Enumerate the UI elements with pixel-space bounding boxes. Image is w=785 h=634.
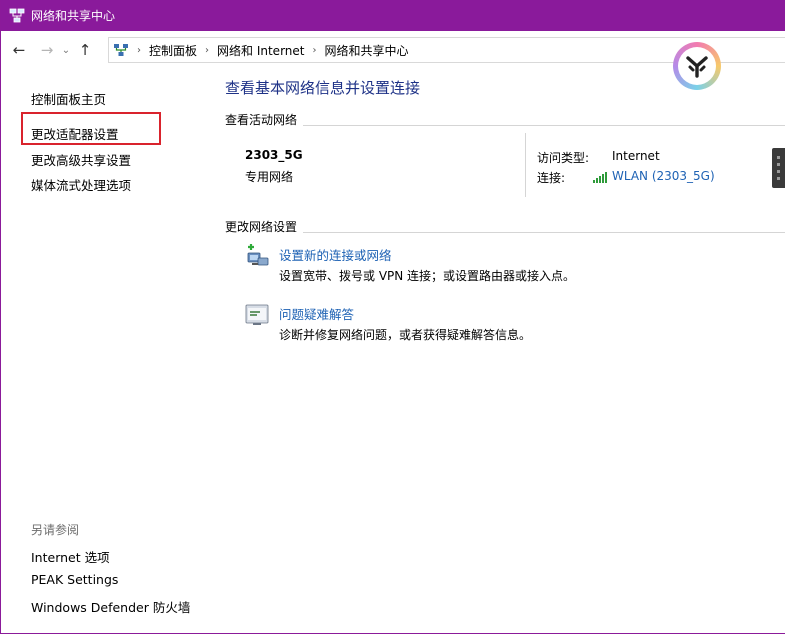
- connection-label: 连接:: [537, 171, 566, 185]
- troubleshoot-problems-link[interactable]: 问题疑难解答: [279, 304, 354, 323]
- breadcrumb-network-internet[interactable]: 网络和 Internet: [217, 42, 304, 59]
- vertical-divider: [525, 133, 526, 197]
- control-panel-icon: [113, 42, 129, 58]
- breadcrumb-separator-icon: ›: [137, 44, 141, 56]
- breadcrumb-network-sharing-center[interactable]: 网络和共享中心: [324, 42, 408, 59]
- access-type-value: Internet: [612, 149, 660, 163]
- internet-options-link[interactable]: Internet 选项: [31, 547, 110, 566]
- peak-settings-link[interactable]: PEAK Settings: [31, 572, 118, 587]
- logo-badge-icon: [673, 42, 721, 90]
- forward-arrow-icon[interactable]: →: [37, 40, 57, 60]
- section-divider: [225, 232, 785, 233]
- change-adapter-settings-link[interactable]: 更改适配器设置: [31, 124, 119, 143]
- change-network-settings-label: 更改网络设置: [225, 218, 304, 235]
- access-type-label: 访问类型:: [537, 151, 590, 165]
- section-divider: [225, 125, 785, 126]
- see-also-heading: 另请参阅: [31, 523, 80, 537]
- network-setup-icon[interactable]: [245, 244, 269, 268]
- wifi-signal-icon: [593, 171, 610, 183]
- network-type: 专用网络: [245, 170, 294, 184]
- up-arrow-icon[interactable]: ↑: [75, 40, 95, 60]
- left-task-pane: 控制面板主页 更改适配器设置 更改高级共享设置 媒体流式处理选项 另请参阅 In…: [1, 69, 211, 634]
- media-streaming-options-link[interactable]: 媒体流式处理选项: [31, 175, 131, 194]
- active-networks-label: 查看活动网络: [225, 111, 304, 128]
- breadcrumb-separator-icon: ›: [205, 44, 210, 56]
- breadcrumb-control-panel[interactable]: 控制面板: [149, 42, 197, 59]
- network-name: 2303_5G: [245, 148, 303, 162]
- back-arrow-icon[interactable]: ←: [9, 40, 29, 60]
- title-bar: 网络和共享中心: [1, 0, 785, 31]
- setup-new-connection-description: 设置宽带、拨号或 VPN 连接；或设置路由器或接入点。: [279, 269, 576, 283]
- wlan-connection-link[interactable]: WLAN (2303_5G): [593, 169, 715, 183]
- side-panel-tab[interactable]: [772, 148, 785, 188]
- wlan-connection-label: WLAN (2303_5G): [612, 169, 715, 183]
- page-title: 查看基本网络信息并设置连接: [225, 79, 421, 97]
- navigation-bar: ← → ⌄ ↑ › 控制面板 › 网络和 Internet › 网络和共享中心: [1, 31, 785, 69]
- main-content: 查看基本网络信息并设置连接 查看活动网络 2303_5G 专用网络 访问类型: …: [211, 69, 785, 634]
- troubleshoot-problems-description: 诊断并修复网络问题，或者获得疑难解答信息。: [279, 328, 532, 342]
- recent-locations-chevron-icon[interactable]: ⌄: [59, 40, 73, 60]
- setup-new-connection-link[interactable]: 设置新的连接或网络: [279, 245, 392, 264]
- change-advanced-sharing-link[interactable]: 更改高级共享设置: [31, 150, 131, 169]
- troubleshoot-icon[interactable]: [245, 303, 269, 327]
- control-panel-home-link[interactable]: 控制面板主页: [31, 89, 106, 108]
- network-sharing-center-window: 网络和共享中心 ← → ⌄ ↑ › 控制面板 › 网络和 Internet › …: [0, 0, 785, 634]
- windows-defender-firewall-link[interactable]: Windows Defender 防火墙: [31, 597, 190, 616]
- network-center-icon: [9, 8, 25, 24]
- breadcrumb-separator-icon: ›: [312, 44, 317, 56]
- window-title: 网络和共享中心: [31, 9, 116, 23]
